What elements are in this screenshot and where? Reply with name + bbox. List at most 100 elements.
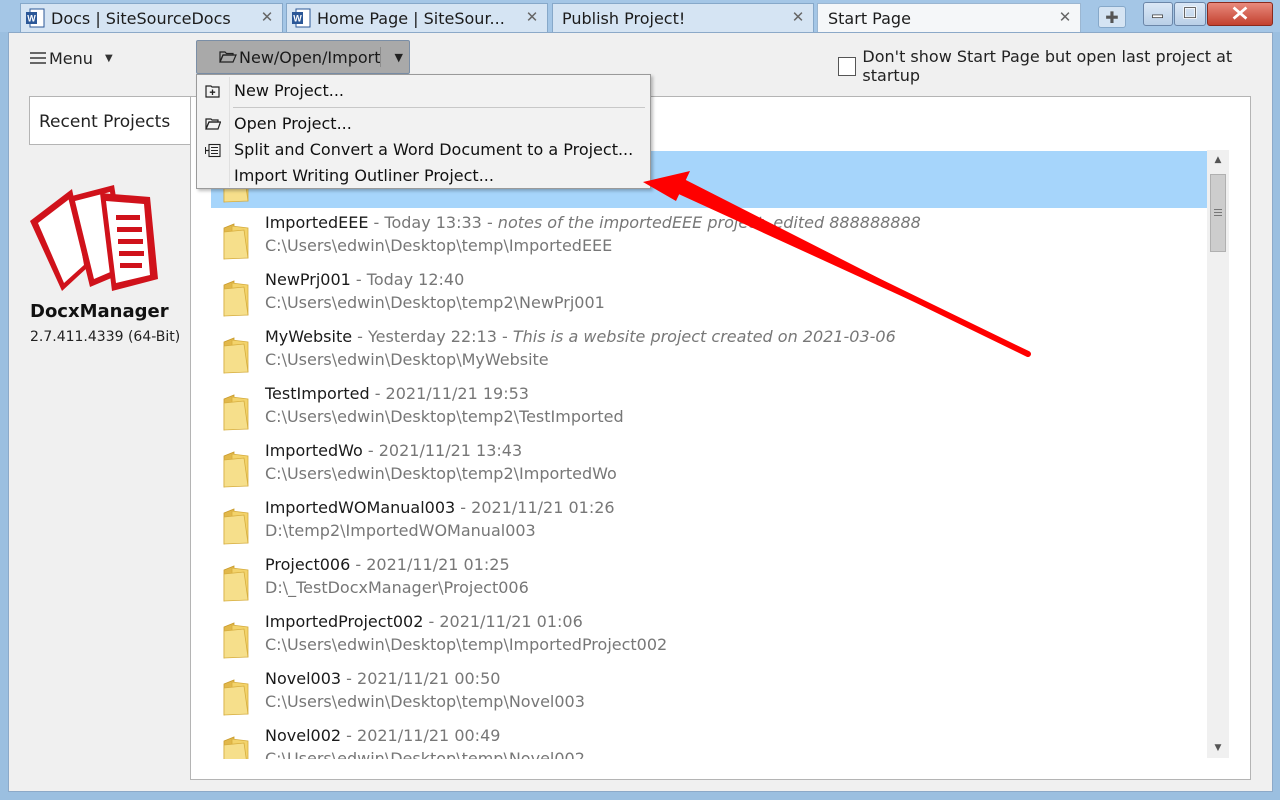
checkbox[interactable]	[838, 56, 857, 76]
folder-icon	[223, 394, 249, 431]
minimize-icon	[1152, 14, 1163, 19]
menu-item-label: Import Writing Outliner Project...	[234, 166, 494, 185]
menu-item-open-project[interactable]: Open Project...	[197, 111, 650, 137]
project-title-line: ImportedWo - 2021/11/21 13:43	[265, 441, 522, 460]
menu-item-import-writing-outliner[interactable]: Import Writing Outliner Project...	[197, 163, 650, 189]
project-name: ImportedProject002	[265, 612, 424, 631]
scroll-down-arrow-icon[interactable]: ▼	[1207, 738, 1229, 758]
menu-item-label: Open Project...	[234, 114, 352, 133]
project-date: - 2021/11/21 13:43	[362, 441, 523, 460]
menu-label: Menu	[49, 48, 93, 68]
close-window-button[interactable]	[1207, 2, 1273, 26]
project-date: - 2021/11/21 00:50	[341, 669, 501, 688]
recent-projects-tab[interactable]: Recent Projects	[29, 96, 191, 145]
maximize-button[interactable]	[1174, 2, 1206, 26]
project-name: ImportedEEE	[265, 213, 369, 232]
recent-projects-label: Recent Projects	[39, 112, 171, 132]
folder-icon	[223, 508, 249, 545]
list-item[interactable]: Novel003 - 2021/11/21 00:50 C:\Users\edwi…	[211, 664, 1207, 721]
project-path: C:\Users\edwin\Desktop\temp\ImportedEEE	[265, 236, 613, 255]
project-title-line: MyWebsite - Yesterday 22:13 - This is a …	[265, 327, 896, 346]
scroll-up-arrow-icon[interactable]: ▲	[1207, 150, 1229, 170]
list-item[interactable]: NewPrj001 - Today 12:40 C:\Users\edwin\De…	[211, 265, 1207, 322]
new-open-import-button[interactable]: New/Open/Import ▼	[196, 40, 410, 74]
project-path: C:\Users\edwin\Desktop\temp\Novel003	[265, 692, 585, 711]
tab-start-page-label: Start Page	[828, 9, 911, 28]
list-item[interactable]: ImportedProject002 - 2021/11/21 01:06 C:\…	[211, 607, 1207, 664]
scrollbar-thumb[interactable]	[1210, 174, 1226, 252]
chevron-down-icon: ▼	[104, 52, 113, 64]
minimize-button[interactable]	[1143, 2, 1173, 26]
project-name: ImportedWOManual003	[265, 498, 456, 517]
project-title-line: Novel002 - 2021/11/21 00:49	[265, 726, 500, 745]
vertical-scrollbar[interactable]: ▲ ▼	[1207, 150, 1229, 758]
folder-icon	[223, 451, 249, 488]
project-title-line: Project006 - 2021/11/21 01:25	[265, 555, 510, 574]
word-icon: W	[292, 8, 311, 28]
tab-docs[interactable]: W Docs | SiteSourceDocs ✕	[20, 3, 283, 32]
maximize-icon	[1183, 6, 1197, 19]
menu-item-split-convert[interactable]: Split and Convert a Word Document to a P…	[197, 137, 650, 163]
menu-item-label: New Project...	[234, 81, 344, 100]
recent-projects-panel: ImportedEEE - Today 13:33 - notes of the…	[190, 96, 1251, 780]
word-icon: W	[26, 8, 45, 28]
project-date: - 2021/11/21 01:06	[423, 612, 583, 631]
list-item[interactable]: ImportedEEE - Today 13:33 - notes of the…	[211, 208, 1207, 265]
tab-home-page[interactable]: W Home Page | SiteSour... ✕	[286, 3, 548, 32]
list-item[interactable]: TestImported - 2021/11/21 19:53 C:\Users\…	[211, 379, 1207, 436]
project-title-line: ImportedEEE - Today 13:33 - notes of the…	[265, 213, 921, 232]
list-item[interactable]: Novel002 - 2021/11/21 00:49 C:\Users\edwi…	[211, 721, 1207, 759]
tab-publish-project[interactable]: Publish Project! ✕	[552, 3, 814, 32]
project-name: TestImported	[265, 384, 370, 403]
app-version: 2.7.411.4339 (64-Bit)	[30, 329, 181, 345]
project-note: This is a website project created on 202…	[512, 327, 896, 346]
list-item[interactable]: Project006 - 2021/11/21 01:25 D:\_TestDoc…	[211, 550, 1207, 607]
folder-icon	[223, 736, 249, 759]
new-open-import-label: New/Open/Import	[239, 47, 381, 67]
tab-strip: W Docs | SiteSourceDocs ✕ W Home Page | …	[0, 0, 1280, 33]
folder-open-icon	[219, 51, 237, 63]
project-title-line: ImportedWOManual003 - 2021/11/21 01:26	[265, 498, 615, 517]
project-path: C:\Users\edwin\Desktop\temp\ImportedProj…	[265, 635, 668, 654]
new-tab-button[interactable]: ✚	[1098, 6, 1126, 28]
project-title-line: Novel003 - 2021/11/21 00:50	[265, 669, 500, 688]
close-icon[interactable]: ✕	[1058, 10, 1072, 25]
list-item[interactable]: ImportedWOManual003 - 2021/11/21 01:26 D:…	[211, 493, 1207, 550]
project-title-line: TestImported - 2021/11/21 19:53	[265, 384, 529, 403]
close-icon	[1232, 6, 1248, 20]
close-icon[interactable]: ✕	[260, 10, 274, 25]
chevron-down-icon[interactable]: ▼	[395, 51, 403, 64]
menu-item-new-project[interactable]: New Project...	[197, 78, 650, 104]
startup-checkbox[interactable]: Don't show Start Page but open last proj…	[838, 47, 1280, 85]
docxmanager-logo-icon	[30, 185, 158, 291]
tab-start-page[interactable]: Start Page ✕	[817, 3, 1081, 33]
project-date: - Today 13:33 -	[368, 213, 498, 232]
project-date: - 2021/11/21 00:49	[341, 726, 501, 745]
project-note: notes of the importedEEE project, edited…	[497, 213, 921, 232]
project-name: Project006	[265, 555, 351, 574]
folder-icon	[223, 565, 249, 602]
project-name: ImportedWo	[265, 441, 363, 460]
close-icon[interactable]: ✕	[525, 10, 539, 25]
project-path: C:\Users\edwin\Desktop\temp2\NewPrj001	[265, 293, 605, 312]
close-icon[interactable]: ✕	[791, 10, 805, 25]
startup-checkbox-label: Don't show Start Page but open last proj…	[862, 47, 1233, 85]
list-item[interactable]: MyWebsite - Yesterday 22:13 - This is a …	[211, 322, 1207, 379]
project-name: NewPrj001	[265, 270, 351, 289]
tab-home-page-label: Home Page | SiteSour...	[317, 8, 505, 28]
tab-publish-project-label: Publish Project!	[562, 8, 686, 28]
recent-projects-list: ImportedEEE - Today 13:33 - notes of the…	[211, 151, 1207, 759]
folder-icon	[223, 622, 249, 659]
project-path: D:\temp2\ImportedWOManual003	[265, 521, 536, 540]
project-title-line: NewPrj001 - Today 12:40	[265, 270, 464, 289]
menu-button[interactable]: Menu ▼	[30, 46, 113, 70]
app-name: DocxManager	[30, 301, 169, 322]
svg-text:W: W	[293, 14, 302, 24]
project-name: Novel002	[265, 726, 342, 745]
list-item[interactable]: ImportedWo - 2021/11/21 13:43 C:\Users\ed…	[211, 436, 1207, 493]
project-date: - 2021/11/21 01:25	[350, 555, 510, 574]
project-name: Novel003	[265, 669, 342, 688]
svg-text:W: W	[27, 14, 36, 24]
project-path: C:\Users\edwin\Desktop\temp2\TestImporte…	[265, 407, 624, 426]
project-title-line: ImportedProject002 - 2021/11/21 01:06	[265, 612, 583, 631]
